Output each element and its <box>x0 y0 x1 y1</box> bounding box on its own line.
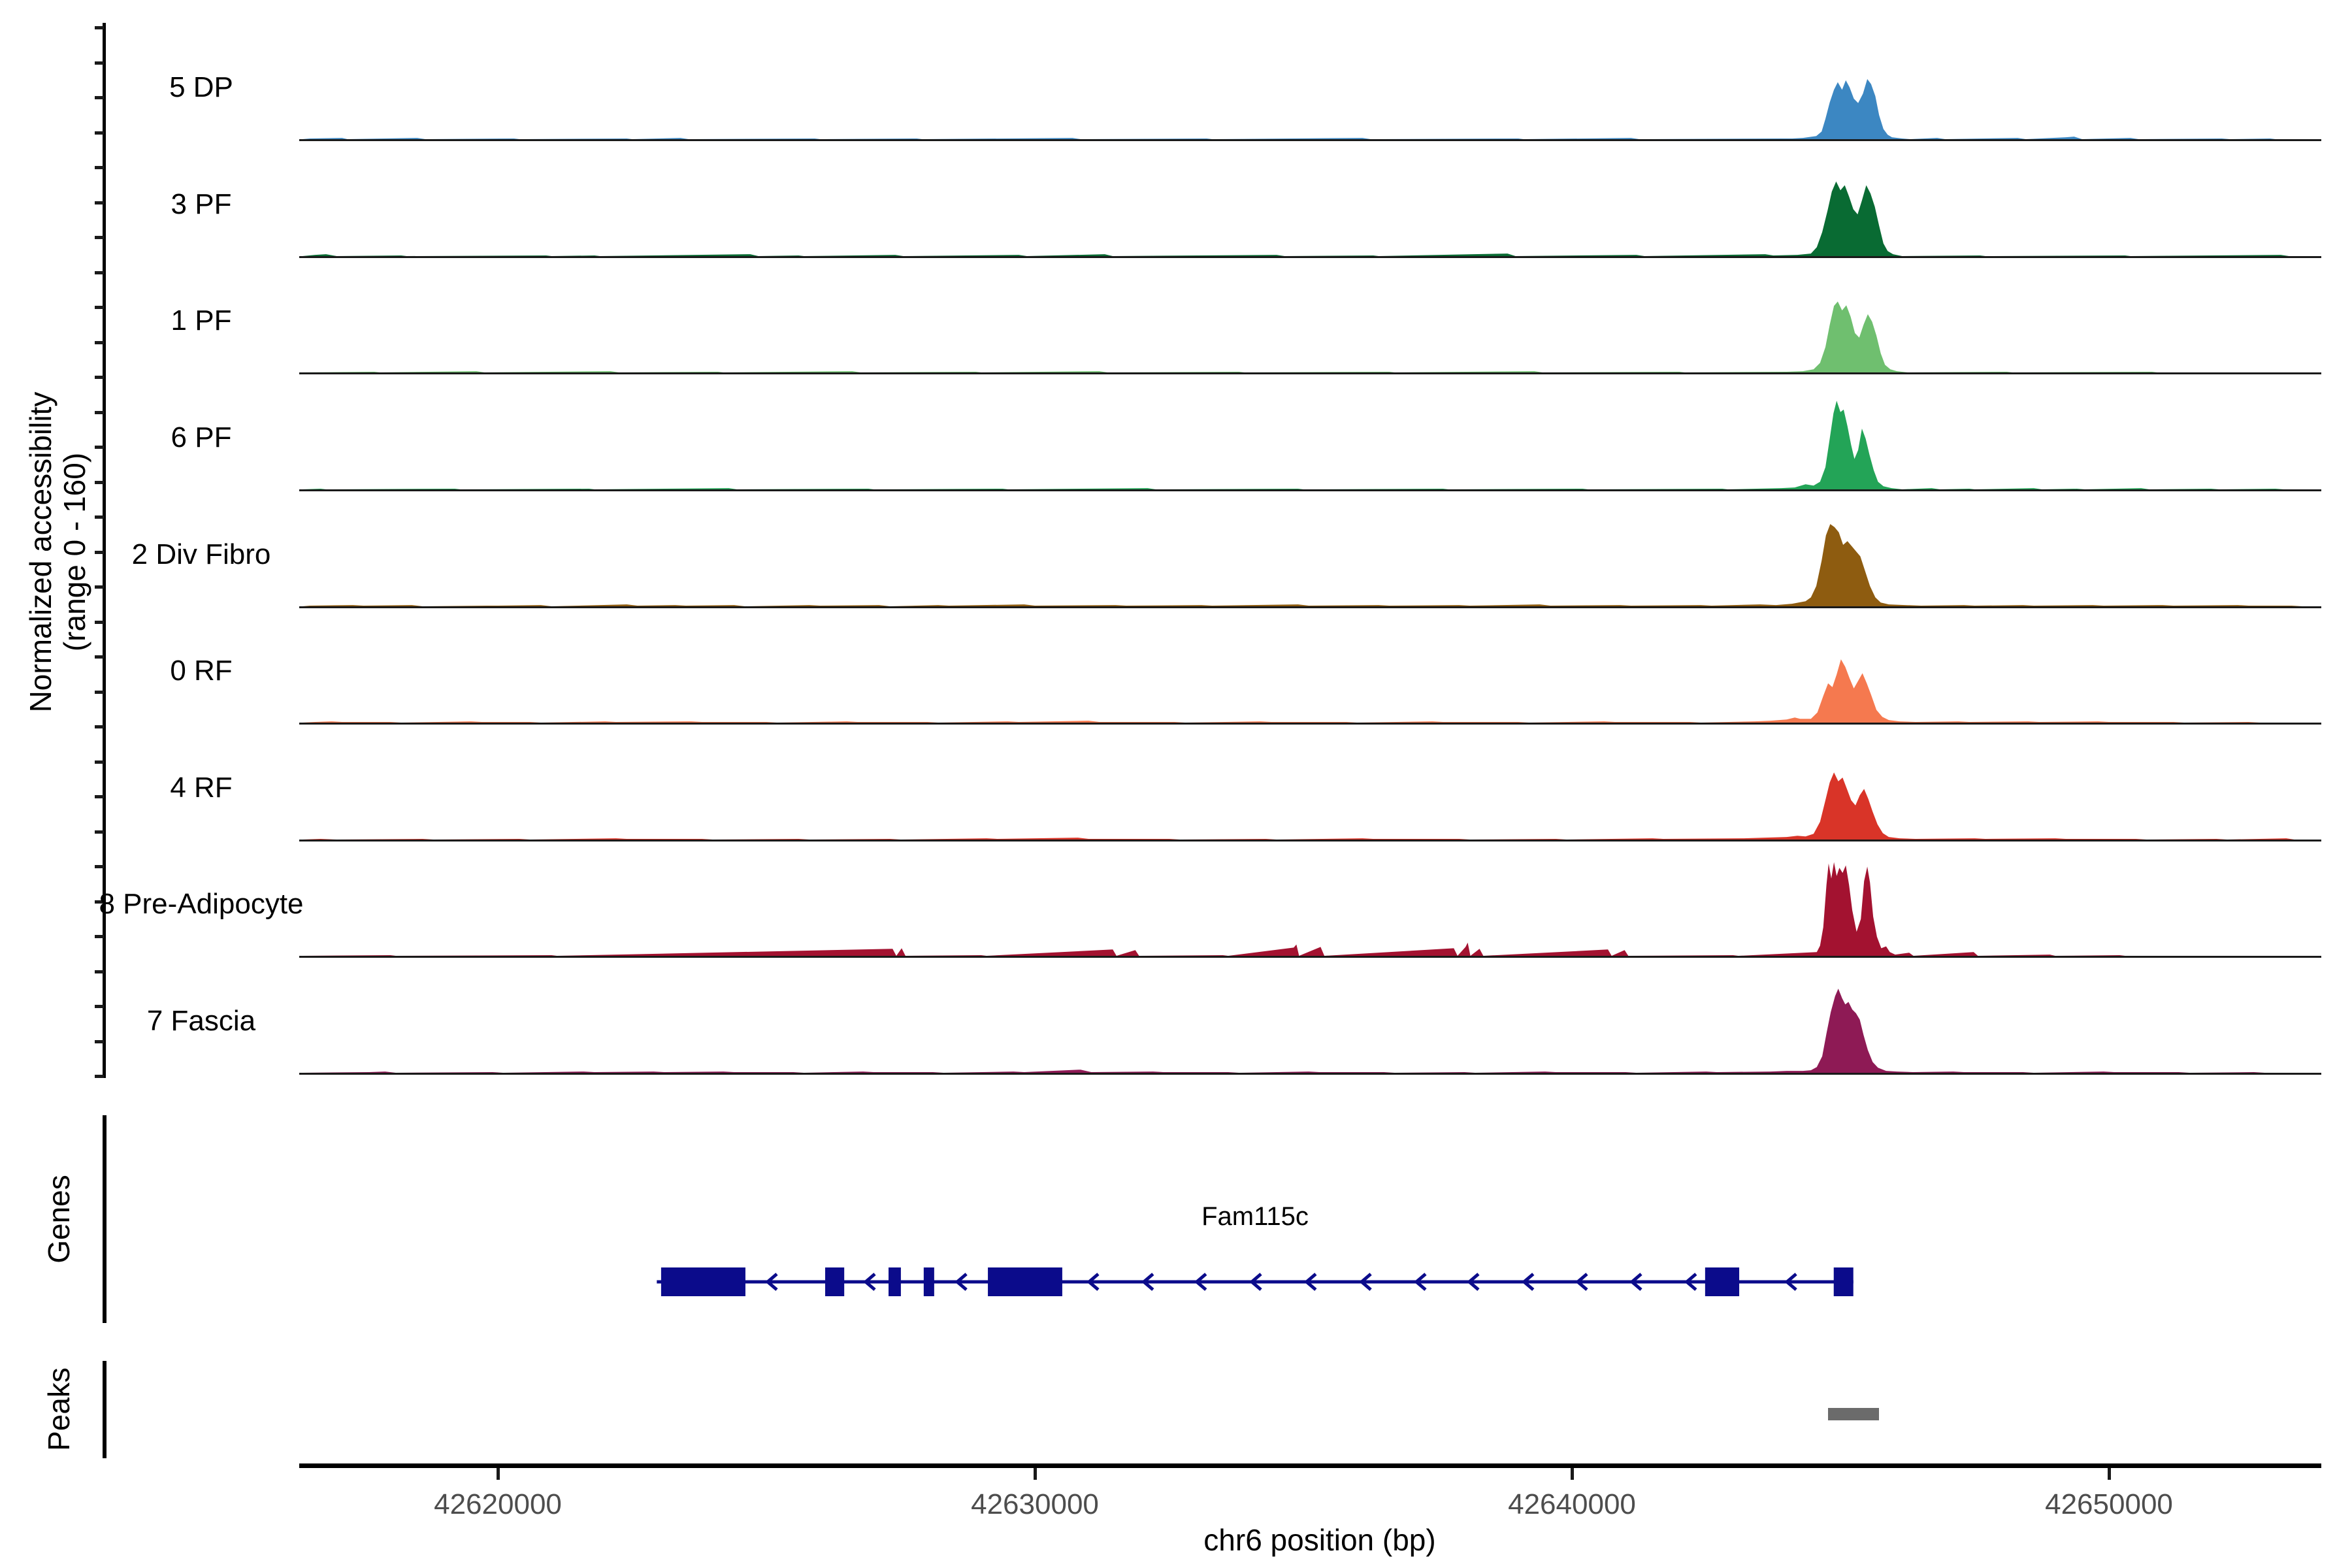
y-axis-tick <box>95 481 104 484</box>
x-axis-tick <box>497 1468 500 1480</box>
genes-axis-bar <box>103 1115 106 1323</box>
gene-model-svg <box>657 1267 1854 1296</box>
track-label: 8 Pre-Adipocyte <box>99 888 304 920</box>
gene-exon <box>661 1267 745 1296</box>
track-label: 0 RF <box>170 655 233 687</box>
y-axis-title-line1: Normalized accessibility <box>24 391 57 713</box>
track-label: 3 PF <box>171 188 232 220</box>
gene-exon <box>1705 1267 1740 1296</box>
y-axis-tick <box>95 830 104 834</box>
y-axis-title-line2: (range 0 - 160) <box>57 452 91 652</box>
y-axis-tick <box>95 691 104 694</box>
track-area-svg <box>302 400 2321 489</box>
track-label: 7 Fascia <box>146 1005 256 1037</box>
track-area-svg <box>302 862 2321 956</box>
x-axis-tick-label: 42650000 <box>2045 1488 2173 1520</box>
x-axis-line <box>299 1463 2321 1468</box>
track-label: 4 RF <box>170 772 233 804</box>
x-axis-tick-label: 42640000 <box>1508 1488 1636 1520</box>
track-label: 5 DP <box>169 71 233 103</box>
gene-exon <box>988 1267 1062 1296</box>
x-axis-tick <box>2108 1468 2111 1480</box>
y-axis-tick <box>95 621 104 624</box>
track-baseline <box>299 606 2321 608</box>
x-axis-tick-label: 42630000 <box>971 1488 1099 1520</box>
y-axis-tick <box>95 26 104 29</box>
x-axis-tick <box>1034 1468 1037 1480</box>
track-baseline <box>299 489 2321 491</box>
y-axis-tick <box>95 271 104 274</box>
y-axis-tick <box>95 341 104 344</box>
track-label: 2 Div Fibro <box>131 538 271 570</box>
gene-exon <box>825 1267 845 1296</box>
track-label: 1 PF <box>171 304 232 336</box>
track-baseline <box>299 1073 2321 1075</box>
track-area-svg <box>302 772 2321 840</box>
track-area-svg <box>302 79 2321 139</box>
y-axis-tick <box>95 236 104 239</box>
gene-exon <box>889 1267 901 1296</box>
track-area-svg <box>302 301 2321 372</box>
track-area-svg <box>302 181 2321 256</box>
x-axis-tick-label: 42620000 <box>434 1488 562 1520</box>
genes-track-label: Genes <box>42 1175 76 1264</box>
peaks-axis-bar <box>103 1361 106 1458</box>
track-baseline <box>299 256 2321 258</box>
y-axis-tick <box>95 865 104 868</box>
track-area-svg <box>302 988 2321 1073</box>
track-baseline <box>299 139 2321 141</box>
gene-exon <box>1833 1267 1854 1296</box>
y-axis-tick <box>95 725 104 728</box>
peak-region-box <box>1828 1408 1879 1420</box>
y-axis-tick <box>95 585 104 589</box>
y-axis-tick <box>95 1040 104 1043</box>
y-axis-tick <box>95 411 104 414</box>
gene-name-label: Fam115c <box>1201 1202 1309 1231</box>
x-axis-tick <box>1571 1468 1574 1480</box>
track-baseline <box>299 840 2321 841</box>
track-baseline <box>299 956 2321 958</box>
track-area-svg <box>302 524 2321 606</box>
y-axis-tick <box>95 1075 104 1078</box>
track-area-svg <box>302 659 2321 723</box>
y-axis-tick <box>95 131 104 135</box>
track-baseline <box>299 372 2321 374</box>
track-label: 6 PF <box>171 421 232 453</box>
peaks-track-label: Peaks <box>42 1367 76 1451</box>
coverage-plot: Normalized accessibility (range 0 - 160)… <box>0 0 2352 1568</box>
y-axis-tick <box>95 970 104 973</box>
y-axis-tick <box>95 935 104 938</box>
y-axis-tick <box>95 376 104 379</box>
x-axis-title: chr6 position (bp) <box>1203 1523 1436 1557</box>
y-axis-tick <box>95 515 104 519</box>
y-axis-tick <box>95 61 104 65</box>
gene-exon <box>923 1267 934 1296</box>
track-baseline <box>299 723 2321 725</box>
y-axis-tick <box>95 166 104 169</box>
y-axis-tick <box>95 760 104 764</box>
